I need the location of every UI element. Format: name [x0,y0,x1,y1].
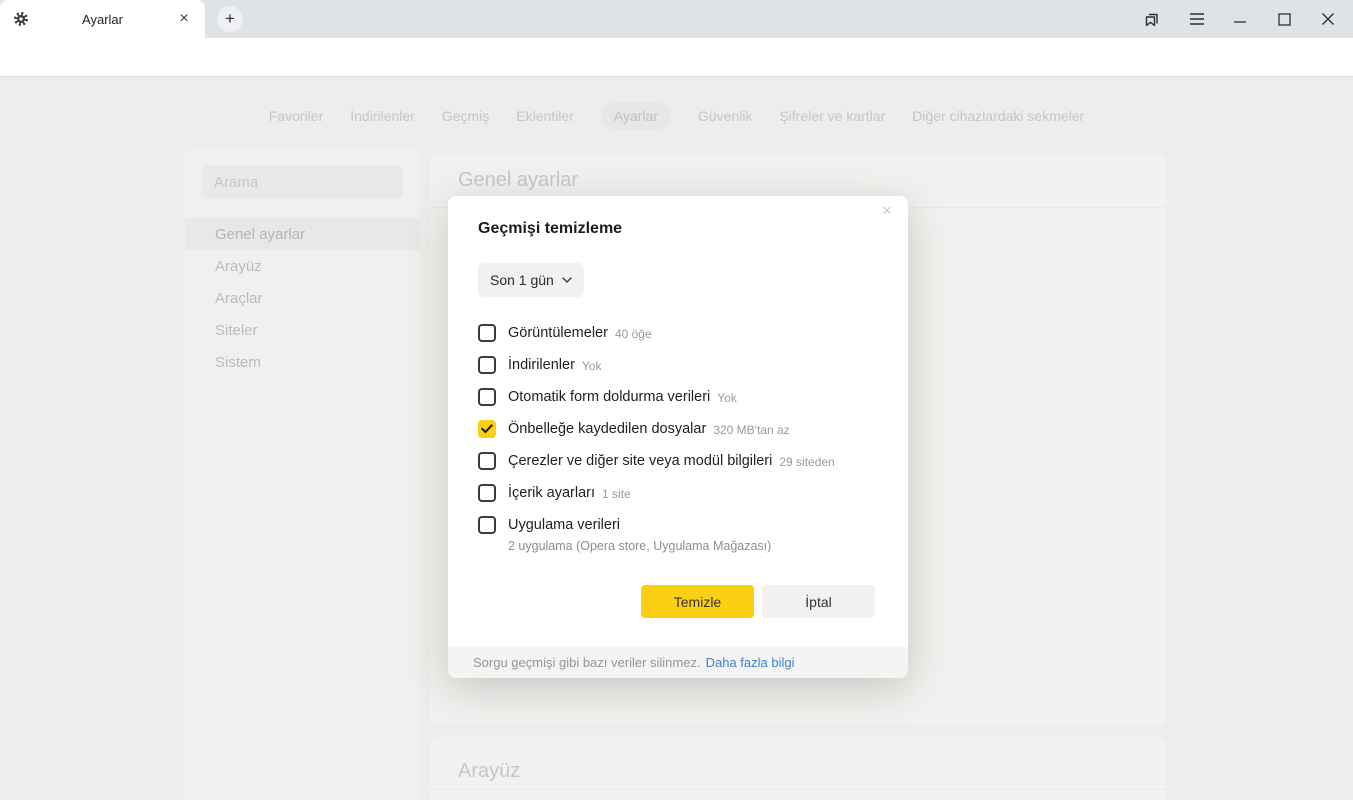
clear-item-row: Görüntülemeler 40 öğe [478,324,886,342]
checkbox-unchecked[interactable] [478,388,496,406]
checkbox-unchecked[interactable] [478,356,496,374]
new-tab-button[interactable]: + [217,6,243,32]
maximize-button[interactable] [1264,0,1304,38]
dialog-close-icon[interactable]: × [875,199,899,223]
clear-button[interactable]: Temizle [641,585,754,618]
clear-history-dialog: × Geçmişi temizleme Son 1 gün Görüntülem… [448,196,908,678]
browser-menu-button[interactable] [1177,0,1217,38]
sidebar-item[interactable]: Genel ayarlar [185,218,420,250]
interface-settings-heading: Arayüz [458,760,520,783]
clear-item-label: Önbelleğe kaydedilen dosyalar [508,421,706,437]
minimize-icon [1233,12,1247,26]
sidebar-item[interactable]: Siteler [185,314,420,346]
more-info-link[interactable]: Daha fazla bilgi [706,655,795,670]
clear-item-row: İndirilenler Yok [478,356,886,374]
dialog-footer: Sorgu geçmişi gibi bazı veriler silinmez… [448,647,908,678]
settings-nav-tab[interactable]: Eklentiler [516,108,574,124]
sidebar-item[interactable]: Arayüz [185,250,420,282]
clear-item-row: Önbelleğe kaydedilen dosyalar 320 MB'tan … [478,420,886,438]
clear-item-label: Görüntülemeler [508,325,608,341]
settings-nav-tab[interactable]: Şifreler ve kartlar [779,108,885,124]
interface-settings-card: Arayüz [430,737,1166,800]
settings-nav-tab[interactable]: Geçmiş [442,108,489,124]
clear-item-meta: 29 siteden [779,453,834,469]
checkbox-unchecked[interactable] [478,484,496,502]
clear-item-label: Otomatik form doldurma verileri [508,389,710,405]
clear-item-label: Çerezler ve diğer site veya modül bilgil… [508,453,772,469]
clear-item-meta: 320 MB'tan az [713,421,789,437]
clear-item-meta: 40 öğe [615,325,652,341]
menu-icon [1189,13,1205,25]
sidebar-list: Genel ayarlarArayüzAraçlarSitelerSistem [185,218,420,378]
address-bar[interactable]: Y settings Ayarlar [0,38,1353,77]
chevron-down-icon [562,277,572,283]
settings-nav-tab[interactable]: Ayarlar [601,102,671,130]
clear-item-row: Uygulama verileri 2 uygulama (Opera store… [478,516,886,553]
time-period-dropdown[interactable]: Son 1 gün [478,263,584,297]
clear-item-row: İçerik ayarları 1 site [478,484,886,502]
checkbox-checked[interactable] [478,420,496,438]
side-panel-icon [1143,10,1161,28]
clear-item-sublabel: 2 uygulama (Opera store, Uygulama Mağaza… [508,539,886,553]
settings-sidebar: Arama Genel ayarlarArayüzAraçlarSitelerS… [185,150,420,800]
sidebar-item[interactable]: Araçlar [185,282,420,314]
window-close-icon [1321,12,1335,26]
settings-nav-tab[interactable]: Favoriler [269,108,323,124]
clear-item-meta: Yok [717,389,737,405]
footer-note: Sorgu geçmişi gibi bazı veriler silinmez… [473,655,701,670]
tab-close-icon[interactable]: × [174,9,194,29]
side-panel-button[interactable] [1132,0,1172,38]
cancel-button[interactable]: İptal [762,585,875,618]
sidebar-search-input[interactable]: Arama [202,165,403,199]
clear-item-meta: Yok [582,357,602,373]
tab-bar: Ayarlar × + [0,0,1353,38]
settings-nav-tab[interactable]: İndirilenler [350,108,415,124]
checkbox-unchecked[interactable] [478,452,496,470]
clear-items-list: Görüntülemeler40 öğeİndirilenlerYokOtoma… [478,324,886,567]
minimize-button[interactable] [1220,0,1260,38]
clear-item-meta: 1 site [602,485,631,501]
clear-item-label: İçerik ayarları [508,485,595,501]
settings-nav-tab[interactable]: Diğer cihazlardaki sekmeler [912,108,1084,124]
window-close-button[interactable] [1308,0,1348,38]
time-period-value: Son 1 gün [490,272,554,288]
plus-icon: + [225,9,235,29]
browser-tab[interactable]: Ayarlar × [0,0,205,38]
dialog-title: Geçmişi temizleme [478,220,622,238]
checkbox-unchecked[interactable] [478,516,496,534]
general-settings-heading: Genel ayarlar [458,169,578,192]
clear-item-row: Otomatik form doldurma verileri Yok [478,388,886,406]
sidebar-item[interactable]: Sistem [185,346,420,378]
clear-item-label: İndirilenler [508,357,575,373]
settings-nav-tabs: Favoriler İndirilenler Geçmiş Eklentiler Aya… [0,101,1353,131]
clear-item-label: Uygulama verileri [508,517,620,533]
clear-item-row: Çerezler ve diğer site veya modül bilgil… [478,452,886,470]
maximize-icon [1278,13,1291,26]
checkbox-unchecked[interactable] [478,324,496,342]
settings-nav-tab[interactable]: Güvenlik [698,108,752,124]
